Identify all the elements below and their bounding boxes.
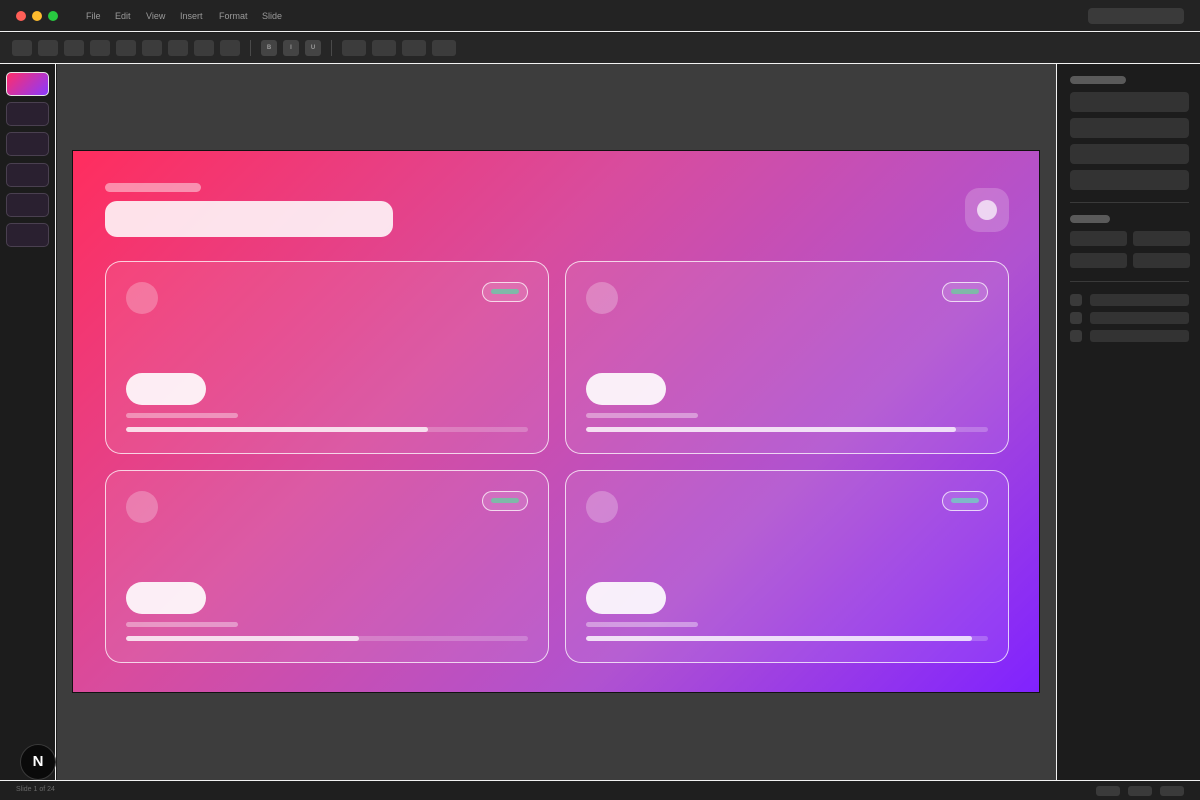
progress-track bbox=[126, 427, 528, 432]
status-badge bbox=[942, 491, 988, 511]
avatar bbox=[126, 491, 158, 523]
option-label bbox=[1090, 312, 1189, 324]
metric-card[interactable] bbox=[565, 261, 1009, 454]
section-heading bbox=[1070, 215, 1110, 223]
toolbar: B I U bbox=[0, 33, 1200, 64]
property-field[interactable] bbox=[1070, 92, 1189, 112]
property-field[interactable] bbox=[1070, 118, 1189, 138]
status-badge-fill bbox=[491, 498, 519, 503]
toolbar-button[interactable] bbox=[342, 40, 366, 56]
property-field[interactable] bbox=[1070, 253, 1127, 268]
status-badge-fill bbox=[951, 498, 979, 503]
menu-view[interactable]: View bbox=[146, 11, 165, 21]
avatar bbox=[586, 491, 618, 523]
maximize-window-button[interactable] bbox=[48, 11, 58, 21]
logo-placeholder[interactable] bbox=[965, 188, 1009, 232]
underline-button[interactable]: U bbox=[305, 40, 321, 56]
property-field[interactable] bbox=[1070, 144, 1189, 164]
status-badge-fill bbox=[951, 289, 979, 294]
toolbar-button[interactable] bbox=[402, 40, 426, 56]
property-field[interactable] bbox=[1070, 231, 1127, 246]
toolbar-separator bbox=[250, 40, 251, 56]
metric-card[interactable] bbox=[105, 261, 549, 454]
slide-canvas[interactable] bbox=[72, 150, 1040, 693]
progress-fill bbox=[126, 427, 428, 432]
metric-label-placeholder bbox=[586, 622, 698, 627]
toolbar-button[interactable] bbox=[116, 40, 136, 56]
slide-thumbnail[interactable] bbox=[6, 132, 49, 156]
toolbar-button[interactable] bbox=[38, 40, 58, 56]
divider bbox=[1070, 202, 1189, 203]
metric-label-placeholder bbox=[126, 622, 238, 627]
avatar bbox=[126, 282, 158, 314]
metric-label-placeholder bbox=[586, 413, 698, 418]
toolbar-separator bbox=[331, 40, 332, 56]
progress-fill bbox=[126, 636, 360, 641]
slide-thumbnail[interactable] bbox=[6, 163, 49, 187]
menu-file[interactable]: File bbox=[86, 11, 101, 21]
toolbar-button[interactable] bbox=[168, 40, 188, 56]
progress-track bbox=[586, 636, 988, 641]
metric-value-placeholder bbox=[126, 582, 206, 614]
title-bar: File Edit View Insert Format Slide bbox=[0, 0, 1200, 32]
property-field[interactable] bbox=[1133, 231, 1190, 246]
metric-value-placeholder bbox=[126, 373, 206, 405]
metric-value-placeholder bbox=[586, 373, 666, 405]
logo-icon bbox=[977, 200, 997, 220]
status-bar: Slide 1 of 24 bbox=[0, 780, 1200, 800]
toolbar-button[interactable] bbox=[90, 40, 110, 56]
toolbar-button[interactable] bbox=[12, 40, 32, 56]
slide-counter: Slide 1 of 24 bbox=[16, 786, 55, 793]
status-button[interactable] bbox=[1128, 786, 1152, 796]
progress-track bbox=[126, 636, 528, 641]
progress-track bbox=[586, 427, 988, 432]
option-checkbox[interactable] bbox=[1070, 312, 1082, 324]
slide-thumbnail[interactable] bbox=[6, 223, 49, 247]
menu-edit[interactable]: Edit bbox=[115, 11, 131, 21]
italic-button[interactable]: I bbox=[283, 40, 299, 56]
option-label bbox=[1090, 294, 1189, 306]
slide-thumbnail[interactable] bbox=[6, 193, 49, 217]
close-window-button[interactable] bbox=[16, 11, 26, 21]
toolbar-button[interactable] bbox=[194, 40, 214, 56]
menu-slide[interactable]: Slide bbox=[262, 11, 282, 21]
divider bbox=[1070, 281, 1189, 282]
metric-value-placeholder bbox=[586, 582, 666, 614]
toolbar-button[interactable] bbox=[142, 40, 162, 56]
status-badge bbox=[942, 282, 988, 302]
status-badge bbox=[482, 491, 528, 511]
slide-thumbnail[interactable] bbox=[6, 102, 49, 126]
metric-label-placeholder bbox=[126, 413, 238, 418]
property-field[interactable] bbox=[1133, 253, 1190, 268]
slide-thumbnail-active[interactable] bbox=[6, 72, 49, 96]
bold-button[interactable]: B bbox=[261, 40, 277, 56]
n-logo-button[interactable]: N bbox=[20, 744, 56, 780]
status-button[interactable] bbox=[1160, 786, 1184, 796]
slide-title-placeholder[interactable] bbox=[105, 201, 393, 237]
avatar bbox=[586, 282, 618, 314]
toolbar-button[interactable] bbox=[432, 40, 456, 56]
toolbar-button[interactable] bbox=[64, 40, 84, 56]
menu-insert[interactable]: Insert bbox=[180, 11, 203, 21]
option-label bbox=[1090, 330, 1189, 342]
toolbar-button[interactable] bbox=[220, 40, 240, 56]
property-field[interactable] bbox=[1070, 170, 1189, 190]
section-heading bbox=[1070, 76, 1126, 84]
search-input[interactable] bbox=[1088, 8, 1184, 24]
metric-card[interactable] bbox=[105, 470, 549, 663]
toolbar-button[interactable] bbox=[372, 40, 396, 56]
progress-fill bbox=[586, 427, 956, 432]
status-badge-fill bbox=[491, 289, 519, 294]
metric-card[interactable] bbox=[565, 470, 1009, 663]
minimize-window-button[interactable] bbox=[32, 11, 42, 21]
menu-format[interactable]: Format bbox=[219, 11, 248, 21]
properties-panel bbox=[1056, 64, 1200, 780]
slide-thumbnail-panel bbox=[0, 64, 56, 780]
status-button[interactable] bbox=[1096, 786, 1120, 796]
status-badge bbox=[482, 282, 528, 302]
progress-fill bbox=[586, 636, 972, 641]
option-checkbox[interactable] bbox=[1070, 330, 1082, 342]
option-checkbox[interactable] bbox=[1070, 294, 1082, 306]
slide-subtitle-placeholder[interactable] bbox=[105, 183, 201, 192]
